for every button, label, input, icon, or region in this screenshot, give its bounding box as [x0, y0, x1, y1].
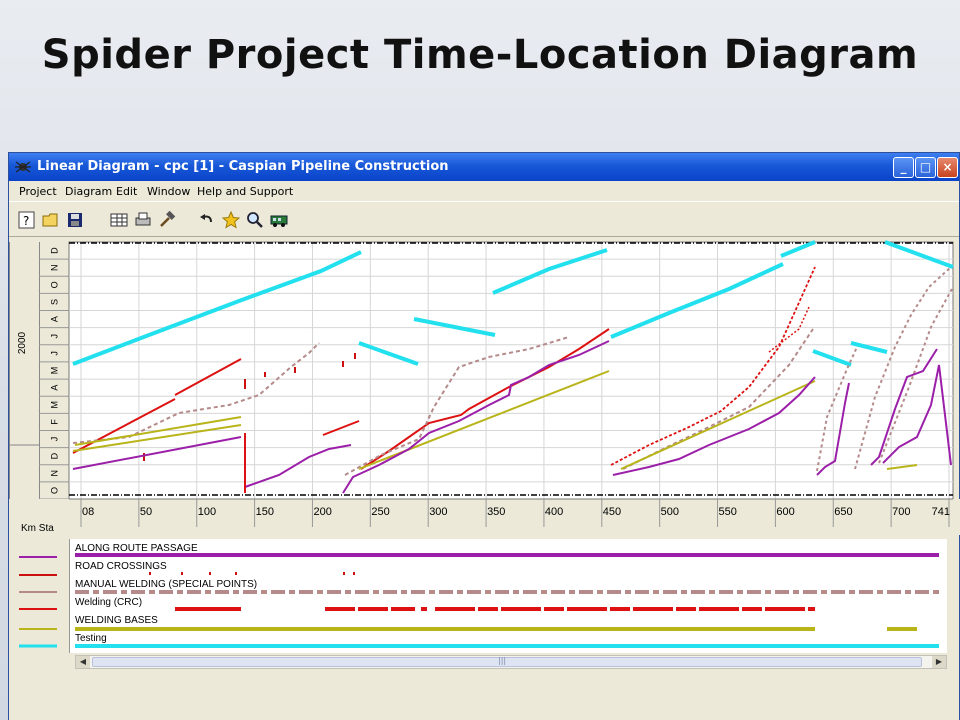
linear-diagram-window: Linear Diagram - cpc [1] - Caspian Pipel… — [8, 152, 960, 720]
km-tick-label: 500 — [661, 506, 679, 518]
month-label: D — [49, 452, 59, 459]
month-label: J — [49, 334, 59, 339]
star-icon[interactable] — [221, 210, 241, 230]
close-button[interactable]: × — [937, 157, 958, 178]
legend-label-welding-crc: Welding (CRC) — [75, 597, 143, 608]
km-tick-label: 100 — [198, 506, 216, 518]
minimize-button[interactable]: _ — [893, 157, 914, 178]
bus-icon[interactable] — [269, 210, 289, 230]
km-tick-label: 200 — [313, 506, 331, 518]
km-tick-label: 700 — [892, 506, 910, 518]
zoom-icon[interactable] — [245, 210, 265, 230]
menu-project[interactable]: Project — [19, 185, 57, 198]
menu-help-and-support[interactable]: Help and Support — [197, 185, 293, 198]
legend-label-welding-bases: WELDING BASES — [75, 615, 158, 626]
month-label: N — [49, 470, 59, 477]
month-label: N — [49, 264, 59, 271]
month-label: F — [49, 419, 59, 425]
km-tick-label: 550 — [719, 506, 737, 518]
month-label: O — [49, 281, 59, 288]
scroll-right-arrow[interactable]: ▶ — [932, 656, 946, 668]
month-label: M — [49, 367, 59, 375]
km-tick-label: 650 — [834, 506, 852, 518]
spider-app-icon — [15, 161, 31, 173]
scroll-thumb[interactable]: ||| — [92, 656, 922, 667]
window-title: Linear Diagram - cpc [1] - Caspian Pipel… — [37, 159, 449, 174]
open-folder-icon[interactable] — [41, 210, 61, 230]
legend-label-manual-welding: MANUAL WELDING (SPECIAL POINTS) — [75, 579, 258, 590]
table-icon[interactable] — [109, 210, 129, 230]
km-tick-label: 300 — [429, 506, 447, 518]
hammer-icon[interactable] — [157, 210, 177, 230]
km-tick-label: 450 — [603, 506, 621, 518]
menu-window[interactable]: Window — [147, 185, 190, 198]
print-icon[interactable] — [133, 210, 153, 230]
legend-label-testing: Testing — [75, 633, 107, 644]
month-label: S — [49, 299, 59, 305]
help-icon[interactable]: ? — [17, 210, 37, 230]
month-label: J — [49, 437, 59, 442]
slide-title: Spider Project Time-Location Diagram — [41, 32, 919, 78]
legend-label-road-crossings: ROAD CROSSINGS — [75, 561, 167, 572]
save-icon[interactable] — [65, 210, 85, 230]
toolbar: ? — [9, 201, 959, 237]
menu-bar: Project Diagram Edit Window Help and Sup… — [9, 181, 959, 201]
svg-text:?: ? — [23, 214, 29, 228]
undo-icon[interactable] — [197, 210, 217, 230]
km-tick-label: 350 — [487, 506, 505, 518]
plot-area — [68, 241, 954, 500]
km-tick-label: 150 — [256, 506, 274, 518]
window-titlebar[interactable]: Linear Diagram - cpc [1] - Caspian Pipel… — [9, 153, 959, 181]
legend-label-along-route: ALONG ROUTE PASSAGE — [75, 543, 198, 554]
menu-edit[interactable]: Edit — [116, 185, 137, 198]
km-tick-label: 250 — [371, 506, 389, 518]
horizontal-scrollbar[interactable]: ◀ ||| ▶ — [75, 655, 947, 669]
maximize-button[interactable]: □ — [915, 157, 936, 178]
month-label: A — [49, 385, 59, 391]
km-tick-label: 50 — [140, 506, 152, 518]
month-label: O — [49, 487, 59, 494]
km-tick-label: 600 — [776, 506, 794, 518]
month-label: A — [49, 316, 59, 322]
year-label: 2000 — [17, 331, 28, 354]
km-tick-label: 08 — [82, 506, 94, 518]
status-strip — [9, 669, 959, 720]
menu-diagram[interactable]: Diagram — [65, 185, 112, 198]
scroll-left-arrow[interactable]: ◀ — [76, 656, 90, 668]
legend-panel: ALONG ROUTE PASSAGE ROAD CROSSINGS MANUA… — [9, 537, 959, 667]
month-label: M — [49, 401, 59, 409]
month-label: J — [49, 351, 59, 356]
km-tick-label: 400 — [545, 506, 563, 518]
legend-graphics — [19, 539, 947, 653]
km-tick-label: 741 — [932, 506, 950, 518]
month-label: D — [49, 247, 59, 254]
time-location-chart[interactable]: 2000 D N O S A J J M A M F J D N O Km Sta 08 50 100 15… — [9, 237, 960, 537]
scroll-thumb-grip: ||| — [498, 656, 507, 665]
km-axis-label: Km Sta — [21, 523, 54, 534]
